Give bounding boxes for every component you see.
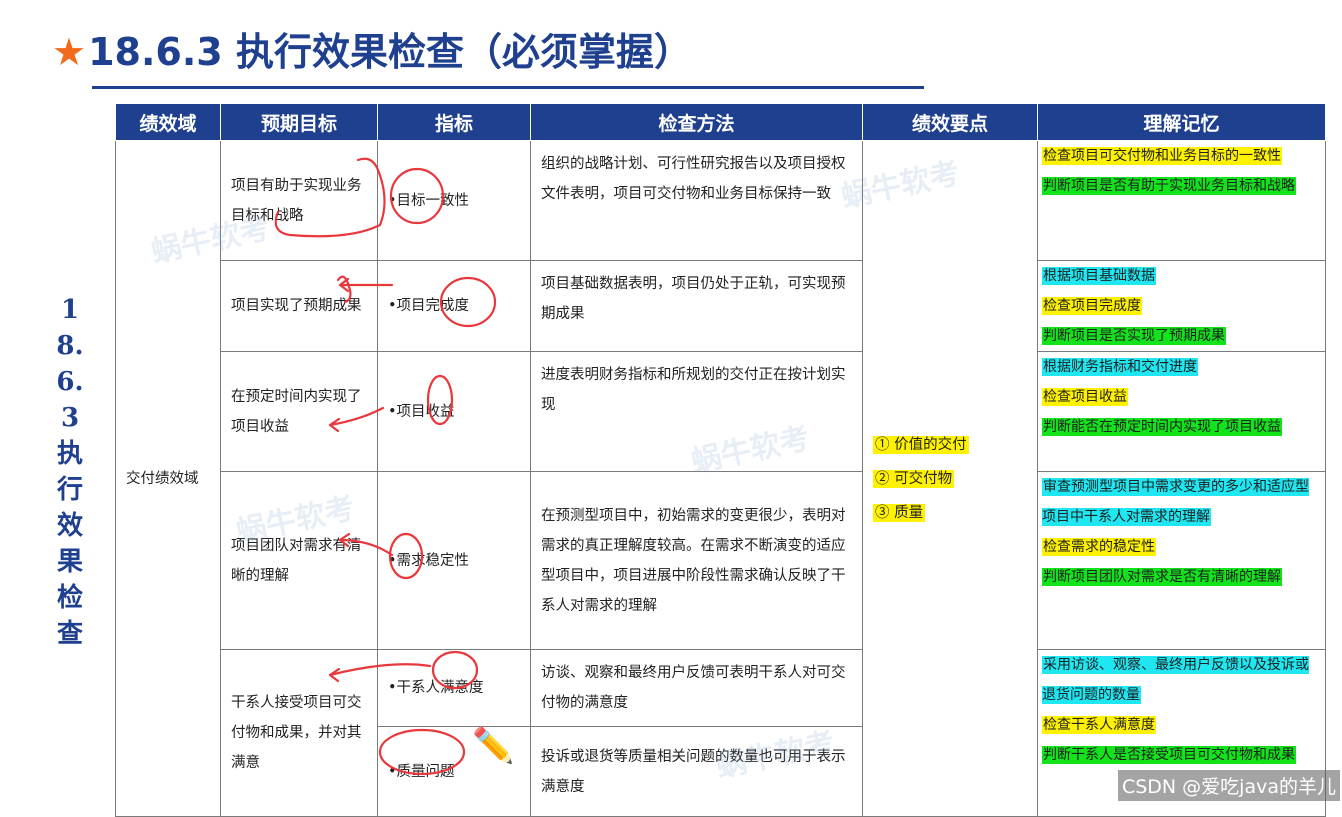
indicator-cell: •项目完成度 — [377, 260, 531, 352]
indicator-cell: •目标一致性 — [377, 140, 531, 261]
indicator-cell: •干系人满意度 — [377, 649, 531, 727]
goal-cell: 在预定时间内实现了项目收益 — [220, 351, 378, 472]
domain-text: 交付绩效域 — [126, 470, 199, 487]
method-cell: 投诉或退货等质量相关问题的数量也可用于表示满意度 — [530, 726, 863, 817]
memory-line: 判断项目是否实现了预期成果 — [1042, 327, 1226, 345]
title-underline — [92, 86, 924, 89]
method-cell: 组织的战略计划、可行性研究报告以及项目授权文件表明，项目可交付物和业务目标保持一… — [530, 140, 863, 261]
table-row: 干系人接受项目可交付物和成果，并对其满意 •干系人满意度 访谈、观察和最终用户反… — [116, 649, 1326, 817]
header-goal: 预期目标 — [220, 103, 378, 141]
key-point: ① 价值的交付 — [873, 435, 969, 454]
pencil-icon: ✏️ — [472, 726, 515, 766]
memory-line: 根据项目基础数据 — [1042, 267, 1156, 285]
method-cell: 进度表明财务指标和所规划的交付正在按计划实现 — [530, 351, 863, 472]
goal-cell: 项目有助于实现业务目标和战略 — [220, 140, 378, 261]
header-key-points: 绩效要点 — [862, 103, 1038, 141]
memory-line: 根据财务指标和交付进度 — [1042, 358, 1198, 376]
memory-line: 判断项目是否有助于实现业务目标和战略 — [1042, 177, 1296, 195]
key-point: ③ 质量 — [873, 503, 926, 522]
method-cell: 访谈、观察和最终用户反馈可表明干系人对可交付物的满意度 — [530, 649, 863, 727]
goal-cell: 干系人接受项目可交付物和成果，并对其满意 — [220, 649, 378, 817]
table-row: 项目实现了预期成果 •项目完成度 项目基础数据表明，项目仍处于正轨，可实现预期成… — [116, 260, 1326, 352]
header-domain: 绩效域 — [115, 103, 221, 141]
csdn-watermark: CSDN @爱吃java的羊儿 — [1117, 770, 1340, 801]
memory-cell: 根据财务指标和交付进度 检查项目收益 判断能否在预定时间内实现了项目收益 — [1037, 351, 1326, 472]
memory-line: 判断项目团队对需求是否有清晰的理解 — [1042, 568, 1282, 586]
memory-line: 采用访谈、观察、最终用户反馈以及投诉或退货问题的数量 — [1042, 656, 1309, 704]
header-row: 绩效域 预期目标 指标 检查方法 绩效要点 理解记忆 — [115, 103, 1326, 141]
header-memory: 理解记忆 — [1037, 103, 1326, 141]
star-icon: ★ — [52, 30, 87, 74]
indicator-cell: •需求稳定性 — [377, 471, 531, 650]
performance-table: 绩效域 预期目标 指标 检查方法 绩效要点 理解记忆 交付绩效域 项目有助于实现… — [115, 103, 1326, 817]
table-row: 在预定时间内实现了项目收益 •项目收益 进度表明财务指标和所规划的交付正在按计划… — [116, 351, 1326, 472]
header-method: 检查方法 — [530, 103, 863, 141]
memory-line: 判断干系人是否接受项目可交付物和成果 — [1042, 746, 1296, 764]
memory-line: 检查需求的稳定性 — [1042, 538, 1156, 556]
table-row: 项目团队对需求有清晰的理解 •需求稳定性 在预测型项目中，初始需求的变更很少，表… — [116, 471, 1326, 650]
table-row: 交付绩效域 项目有助于实现业务目标和战略 •目标一致性 组织的战略计划、可行性研… — [115, 140, 1326, 817]
memory-cell: 审查预测型项目中需求变更的多少和适应型项目中干系人对需求的理解 检查需求的稳定性… — [1037, 471, 1326, 650]
method-cell: 项目基础数据表明，项目仍处于正轨，可实现预期成果 — [530, 260, 863, 352]
key-point: ② 可交付物 — [873, 469, 955, 488]
memory-cell: 根据项目基础数据 检查项目完成度 判断项目是否实现了预期成果 — [1037, 260, 1326, 352]
page-title: ★18.6.3 执行效果检查（必须掌握） — [52, 22, 692, 82]
key-points-cell: ① 价值的交付 ② 可交付物 ③ 质量 — [862, 140, 1038, 817]
title-text: 18.6.3 执行效果检查（必须掌握） — [88, 30, 692, 74]
memory-line: 审查预测型项目中需求变更的多少和适应型项目中干系人对需求的理解 — [1042, 478, 1309, 526]
method-cell: 在预测型项目中，初始需求的变更很少，表明对需求的真正理解度较高。在需求不断演变的… — [530, 471, 863, 650]
header-indicator: 指标 — [377, 103, 531, 141]
memory-line: 检查项目完成度 — [1042, 297, 1142, 315]
goal-cell: 项目团队对需求有清晰的理解 — [220, 471, 378, 650]
memory-line: 检查项目收益 — [1042, 388, 1128, 406]
indicator-cell: •项目收益 — [377, 351, 531, 472]
memory-line: 判断能否在预定时间内实现了项目收益 — [1042, 418, 1282, 436]
goal-cell: 项目实现了预期成果 — [220, 260, 378, 352]
memory-cell: 检查项目可交付物和业务目标的一致性 判断项目是否有助于实现业务目标和战略 — [1037, 140, 1326, 261]
side-label: 18.6.3执行效果检查 — [56, 295, 84, 649]
domain-cell: 交付绩效域 — [115, 140, 221, 817]
memory-line: 检查干系人满意度 — [1042, 716, 1156, 734]
memory-line: 检查项目可交付物和业务目标的一致性 — [1042, 147, 1282, 165]
